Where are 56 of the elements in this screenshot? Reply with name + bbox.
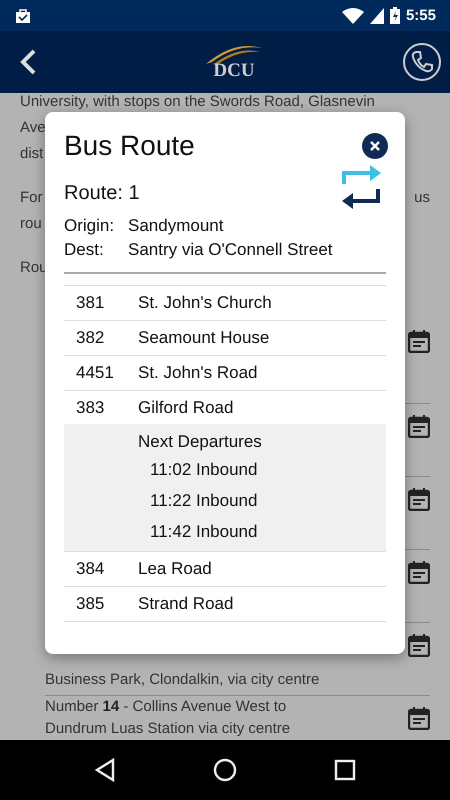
battery-icon [390, 7, 400, 24]
route-description: Business Park, Clondalkin, via city centre [45, 670, 320, 690]
stop-code: 381 [75, 293, 106, 313]
stop-row[interactable]: 385 Strand Road [64, 587, 386, 622]
close-icon[interactable] [362, 133, 388, 159]
body-text: University, with stops on the Swords Road, Glasnevin [20, 93, 375, 112]
stop-row[interactable]: 4451 St. John's Road [64, 356, 386, 391]
stop-name: Gilford Road [138, 398, 234, 418]
stop-code: 382 [75, 328, 106, 348]
calendar-icon[interactable] [408, 560, 430, 584]
swap-arrows-icon[interactable] [339, 164, 383, 212]
body-text: dist [20, 144, 44, 164]
recents-square-icon[interactable] [334, 759, 356, 781]
phone-icon[interactable] [402, 42, 442, 82]
calendar-icon[interactable] [408, 633, 430, 657]
stop-name: St. John's Church [138, 293, 272, 313]
stop-row[interactable]: 381 St. John's Church [64, 286, 386, 321]
stop-row[interactable]: 383 Gilford Road [64, 391, 386, 425]
route-description: Dundrum Luas Station via city centre [45, 719, 290, 739]
clipboard-check-icon [14, 8, 32, 24]
stop-name: Strand Road [138, 594, 234, 614]
calendar-icon[interactable] [408, 414, 430, 438]
clock-time: 5:55 [406, 7, 436, 24]
body-text: Ave [20, 118, 46, 138]
departures-title: Next Departures [138, 431, 263, 453]
stop-row[interactable]: 382 Seamount House [64, 321, 386, 356]
stop-name: Lea Road [138, 559, 212, 579]
body-text: For [20, 188, 42, 208]
field-label: Origin: [64, 215, 116, 237]
field-label: Dest: [64, 239, 105, 261]
departure-time: 11:42 Inbound [149, 521, 258, 543]
stop-name: Seamount House [138, 328, 270, 348]
stop-code: 4451 [75, 363, 115, 383]
field-value: Sandymount [128, 215, 224, 237]
calendar-icon[interactable] [408, 329, 430, 353]
departure-time: 11:22 Inbound [149, 490, 258, 512]
route-description: Number 14 - Collins Avenue West to [45, 697, 288, 717]
home-circle-icon[interactable] [212, 758, 237, 782]
route-number: Route: 1 [64, 182, 140, 204]
calendar-icon[interactable] [408, 706, 430, 730]
back-icon[interactable] [18, 48, 38, 76]
signal-icon [370, 8, 384, 24]
calendar-icon[interactable] [408, 487, 430, 511]
stop-code: 385 [75, 594, 106, 614]
wifi-icon [342, 8, 364, 24]
logo-text: DCU [213, 60, 255, 82]
dialog-title: Bus Route [64, 130, 195, 162]
field-value: Santry via O'Connell Street [128, 239, 334, 261]
stop-code: 383 [75, 398, 106, 418]
body-text: rou [20, 214, 42, 234]
stop-code: 384 [75, 559, 106, 579]
back-triangle-icon[interactable] [94, 758, 116, 782]
departure-time: 11:02 Inbound [149, 459, 258, 481]
stop-row[interactable]: 384 Lea Road [64, 552, 386, 587]
stop-name: St. John's Road [138, 363, 258, 383]
body-text: us [414, 188, 430, 208]
